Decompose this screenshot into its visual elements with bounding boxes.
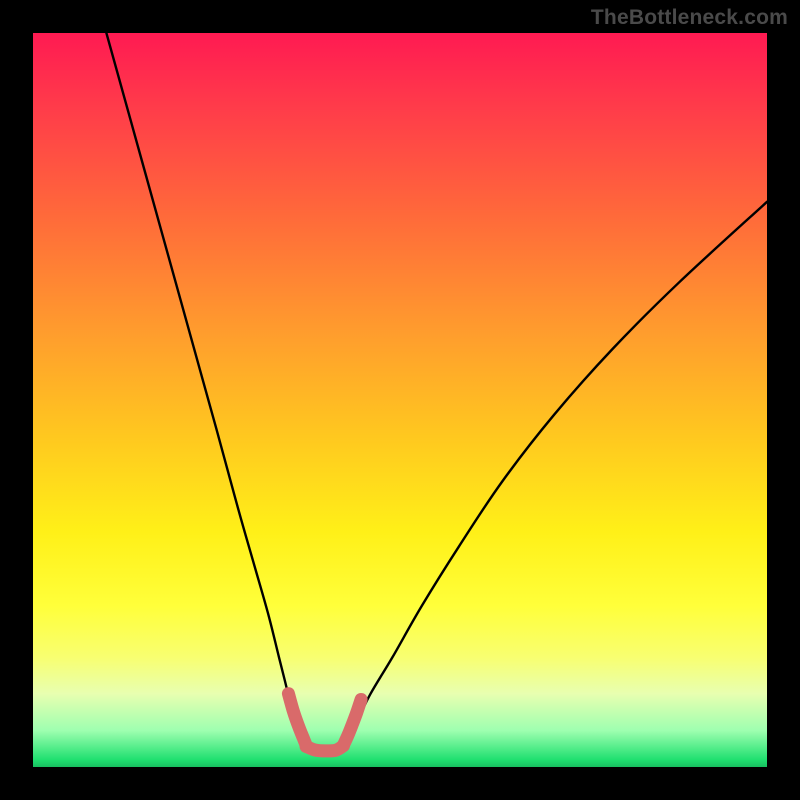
black-curve-left bbox=[106, 33, 303, 741]
curve-layer bbox=[33, 33, 767, 767]
highlight-right bbox=[343, 699, 361, 745]
black-curve-right bbox=[345, 202, 767, 741]
watermark-text: TheBottleneck.com bbox=[591, 6, 788, 30]
highlight-left bbox=[288, 694, 306, 745]
chart-frame: TheBottleneck.com bbox=[0, 0, 800, 800]
plot-area bbox=[33, 33, 767, 767]
